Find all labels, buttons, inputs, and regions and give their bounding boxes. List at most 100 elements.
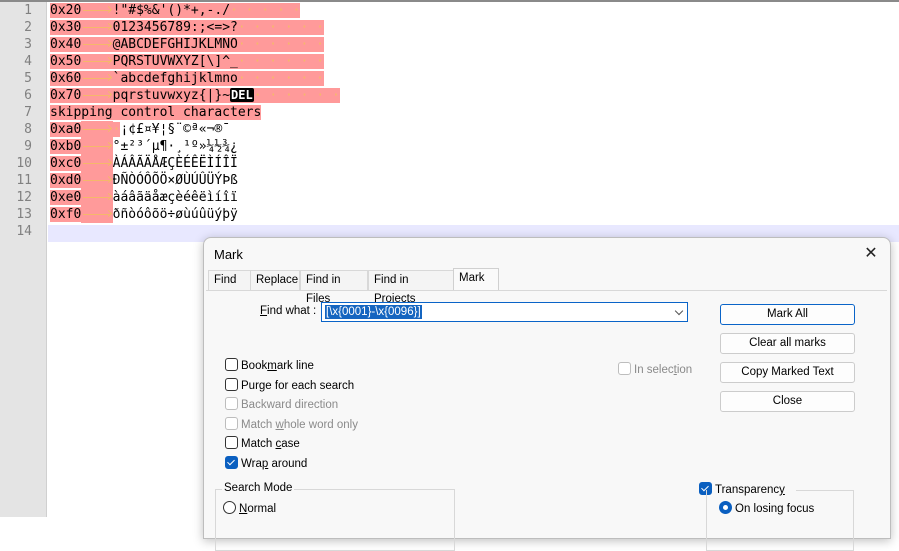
option-checkbox-5[interactable]: Wrap around	[225, 455, 308, 472]
tab-arrow-icon	[81, 87, 112, 104]
marked-range: 0x30 0123456789:;<=>?· · · · · ·	[50, 20, 324, 35]
code-line[interactable]: 0x30 0123456789:;<=>?· · · · · ·	[48, 19, 899, 36]
option-checkbox-4[interactable]: Match case	[225, 436, 300, 452]
character-range: @ABCDEFGHIJKLMNO	[112, 37, 238, 52]
hex-code: 0xf0	[50, 207, 82, 222]
code-line[interactable]: 0xb0 °±²³´µ¶·¸¹º»¼½¾¿	[48, 138, 899, 155]
tab-arrow-icon	[81, 172, 113, 189]
tab-arrow-icon	[81, 2, 112, 19]
find-what-input[interactable]: [\x{0001}-\x{0096}]	[321, 302, 688, 322]
line-number: 13	[16, 207, 32, 222]
line-number: 1	[24, 3, 32, 18]
hex-code: 0x60	[50, 71, 82, 86]
trailing-space-dots: · · · · · ·	[237, 37, 324, 52]
option-label-rest: ark line	[276, 360, 314, 372]
normal-radio[interactable]: Normal	[223, 501, 276, 517]
trailing-space-dots: · · · · ·	[230, 3, 301, 18]
in-selection-checkbox[interactable]: In selection	[618, 362, 692, 378]
tab-arrow-icon	[81, 36, 112, 53]
code-line[interactable]: 0x60 `abcdefghijklmno· · · · · ·	[48, 70, 899, 87]
option-label-rest: ase	[281, 438, 300, 450]
line-number: 3	[24, 37, 32, 52]
checkbox-box	[225, 397, 238, 410]
line-number: 10	[16, 156, 32, 171]
tab-arrow-icon	[81, 206, 113, 223]
tab-replace[interactable]: Replace	[250, 270, 300, 290]
line-number-gutter: 1 2 3 4 5 6 7 8 9 10 11 12 13 14	[0, 2, 47, 517]
mark-all-button[interactable]: Mark All	[720, 304, 855, 325]
line-number: 14	[16, 224, 32, 239]
marked-range: 0x40 @ABCDEFGHIJKLMNO· · · · · ·	[50, 37, 324, 52]
tab-find[interactable]: Find	[208, 270, 252, 290]
character-range: àáâãäåæçèéêëìíîï	[112, 190, 238, 205]
checkbox-box	[225, 416, 238, 430]
line-number: 4	[24, 54, 32, 69]
close-icon[interactable]: ✕	[856, 242, 886, 266]
character-range: ÐÑÒÓÔÕÖ×ØÙÚÛÜÝÞß	[112, 173, 238, 188]
option-checkbox-1[interactable]: Purge for each search	[225, 377, 355, 394]
clear-all-marks-button[interactable]: Clear all marks	[720, 333, 855, 354]
copy-marked-text-button[interactable]: Copy Marked Text	[720, 362, 855, 383]
checkbox-box	[618, 362, 631, 375]
in-selection-label-rest: ion	[676, 364, 693, 376]
line-number: 5	[24, 71, 32, 86]
close-button[interactable]: Close	[720, 391, 855, 412]
code-line[interactable]: 0xa0 ·¡¢£¤¥¦§¨©ª«¬®¯	[48, 121, 899, 138]
option-label: Purge for each search	[241, 379, 355, 392]
code-line[interactable]: 0xd0 ÐÑÒÓÔÕÖ×ØÙÚÛÜÝÞß	[48, 172, 899, 189]
del-control-char: DEL	[230, 88, 254, 102]
hex-code: 0x70	[50, 88, 82, 103]
search-mode-group: Search Mode Normal	[215, 482, 455, 551]
line-number: 6	[24, 88, 32, 103]
option-label: Match	[241, 438, 276, 450]
trailing-space-dots: · · · · · ·	[237, 20, 324, 35]
tab-mark[interactable]: Mark	[453, 268, 499, 291]
hex-code: 0xd0	[50, 173, 82, 188]
dialog-title: Mark	[214, 247, 243, 262]
tab-arrow-icon	[81, 53, 112, 70]
line-number: 7	[24, 105, 32, 120]
checkbox-box	[225, 358, 238, 371]
option-label-rest: around	[268, 457, 308, 470]
on-losing-focus-label: On losing focus	[735, 503, 815, 515]
option-label-rest: hole word only	[283, 418, 358, 431]
hex-code: 0xa0	[50, 122, 82, 137]
character-range: PQRSTUVWXYZ[\]^_	[112, 54, 238, 69]
line-number: 11	[16, 173, 32, 188]
code-line[interactable]: 0x20 !"#$%&'()*+,-./· · · · ·	[48, 2, 899, 19]
hex-code: 0x30	[50, 20, 82, 35]
code-line[interactable]: 0xe0 àáâãäåæçèéêëìíîï	[48, 189, 899, 206]
chevron-down-icon[interactable]	[674, 306, 684, 316]
find-what-label: Find what :	[260, 305, 316, 317]
tab-arrow-icon	[81, 138, 113, 155]
transparency-checkbox[interactable]: Transparency	[699, 482, 787, 498]
line-number: 8	[24, 122, 32, 137]
code-line[interactable]: 0xf0 ðñòóôõö÷øùúûüýþÿ	[48, 206, 899, 223]
hex-code: 0x50	[50, 54, 82, 69]
code-line[interactable]: 0xc0 ÀÁÂÃÄÅÆÇÈÉÊËÌÍÎÏ	[48, 155, 899, 172]
trailing-space-dots: · · · · · ·	[237, 54, 324, 69]
normal-label: ormal	[247, 503, 277, 515]
option-label: Backward direction	[241, 399, 339, 411]
in-selection-label: In selec	[634, 364, 674, 376]
transparency-label: Transparenc	[715, 484, 780, 496]
hex-code: 0xe0	[50, 190, 82, 205]
code-line[interactable]: 0x70 pqrstuvwxyz{|}~DEL· · · · · ·	[48, 87, 899, 104]
marked-text: skipping control characters	[50, 105, 262, 120]
option-checkbox-2: Backward direction	[225, 397, 338, 413]
code-line[interactable]: skipping control characters	[48, 104, 899, 121]
transparency-group-top-border	[796, 490, 853, 491]
code-line[interactable]: 0x50 PQRSTUVWXYZ[\]^_· · · · · ·	[48, 53, 899, 70]
marked-range: 0x50 PQRSTUVWXYZ[\]^_· · · · · ·	[50, 54, 324, 69]
character-range: ¡¢£¤¥¦§¨©ª«¬®¯	[120, 122, 231, 137]
option-label: Match	[241, 418, 276, 431]
code-line[interactable]: 0x40 @ABCDEFGHIJKLMNO· · · · · ·	[48, 36, 899, 53]
option-checkbox-0[interactable]: Bookmark line	[225, 358, 314, 374]
tab-find-in-projects[interactable]: Find in Projects	[368, 270, 455, 305]
tab-arrow-icon	[81, 155, 113, 172]
tab-find-in-files[interactable]: Find in Files	[300, 270, 368, 305]
checkbox-box	[225, 377, 238, 391]
hex-code: 0x40	[50, 37, 82, 52]
line-number: 9	[24, 139, 32, 154]
on-losing-focus-radio[interactable]: On losing focus	[719, 501, 814, 517]
